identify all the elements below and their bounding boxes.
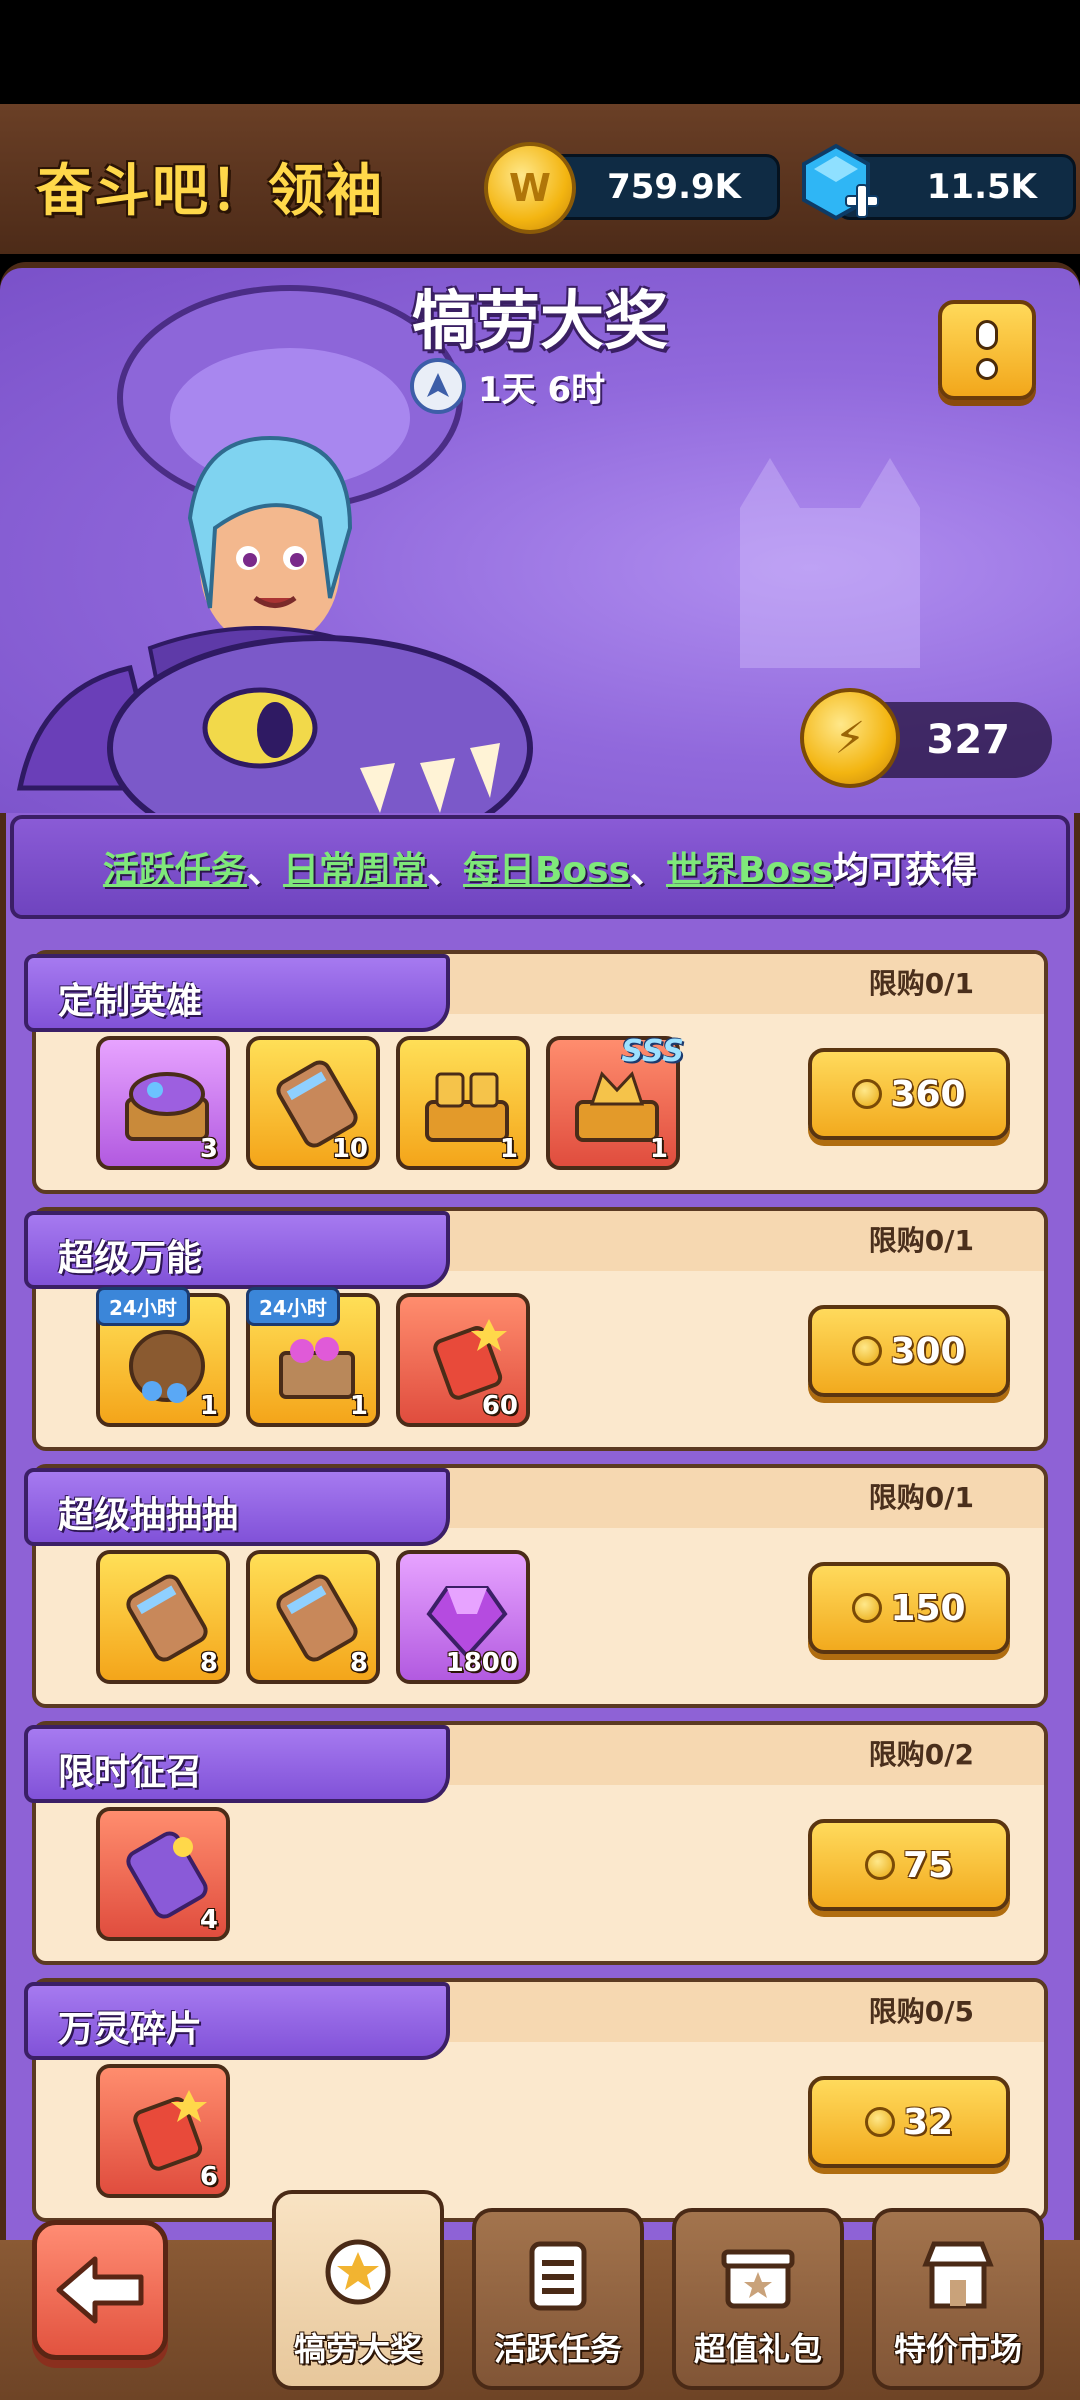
- shop-row-custom-hero: 定制英雄 限购0/1 3 10 1 SSS 1 360: [24, 950, 1048, 1198]
- reward-item[interactable]: 24小时 1: [246, 1287, 380, 1427]
- item-quantity: 1: [499, 1134, 518, 1164]
- shop-row-super-draw: 超级抽抽抽 限购0/1 8 8 1800 150: [24, 1464, 1048, 1712]
- info-icon: [976, 320, 998, 350]
- item-quantity: 1: [649, 1134, 668, 1164]
- link-active-tasks[interactable]: 活跃任务: [103, 841, 247, 893]
- link-daily-boss[interactable]: 每日Boss: [463, 841, 630, 893]
- tab-special-market[interactable]: 特价市场: [872, 2208, 1044, 2390]
- back-button[interactable]: [32, 2220, 168, 2360]
- gift-icon: [721, 2249, 795, 2309]
- price-label: 300: [890, 1330, 966, 1372]
- reward-item[interactable]: SSS 1: [546, 1034, 684, 1170]
- item-quantity: 4: [199, 1905, 218, 1935]
- token-icon: [852, 1593, 883, 1623]
- game-title: 奋斗吧！领袖: [36, 159, 384, 224]
- notice-separator: 、: [246, 850, 283, 891]
- background-cat-statue: [740, 458, 920, 668]
- reward-item[interactable]: 6: [96, 2064, 230, 2198]
- reward-item[interactable]: 1: [396, 1036, 530, 1170]
- sss-badge: SSS: [621, 1034, 684, 1069]
- tab-label: 超值礼包: [693, 2330, 822, 2368]
- reward-star-icon: [325, 2239, 391, 2305]
- reward-item[interactable]: 1800: [396, 1550, 530, 1684]
- shop-row-super-universal: 超级万能 限购0/1 24小时 1 24小时 1 60 300: [24, 1207, 1048, 1455]
- token-icon: [852, 1079, 883, 1109]
- clipboard-icon: [529, 2241, 587, 2311]
- tab-value-packs[interactable]: 超值礼包: [672, 2208, 844, 2390]
- shop-row-limited-recruit: 限时征召 限购0/2 4 75: [24, 1721, 1048, 1969]
- tab-label: 特价市场: [893, 2330, 1022, 2368]
- item-quantity: 3: [199, 1134, 218, 1164]
- item-quantity: 60: [481, 1391, 518, 1421]
- info-button[interactable]: [938, 300, 1036, 400]
- duration-tag: 24小时: [96, 1287, 190, 1326]
- row-title: 超级抽抽抽: [58, 1495, 239, 1536]
- reward-token-icon: ⚡: [800, 688, 900, 788]
- link-world-boss[interactable]: 世界Boss: [666, 841, 833, 893]
- purchase-limit: 限购0/1: [868, 1224, 974, 1257]
- tab-rewards[interactable]: 犒劳大奖: [272, 2190, 444, 2390]
- shop-row-universal-shards: 万灵碎片 限购0/5 6 32: [24, 1978, 1048, 2226]
- page-title: 犒劳大奖: [412, 285, 668, 359]
- item-quantity: 8: [349, 1648, 368, 1678]
- token-icon: [864, 1850, 895, 1880]
- token-icon: [864, 2107, 895, 2137]
- item-quantity: 1800: [445, 1648, 518, 1678]
- notice-separator: 、: [426, 850, 463, 891]
- row-title: 超级万能: [58, 1238, 203, 1279]
- item-quantity: 6: [199, 2162, 218, 2192]
- tab-active-tasks[interactable]: 活跃任务: [472, 2208, 644, 2390]
- row-ribbon: 万灵碎片: [24, 1982, 450, 2060]
- purchase-limit: 限购0/5: [868, 1995, 974, 2028]
- tab-label: 犒劳大奖: [293, 2330, 422, 2368]
- top-bar: 奋斗吧！领袖 759.9K W 11.5K: [0, 104, 1080, 254]
- buy-button[interactable]: 300: [808, 1305, 1010, 1397]
- reward-item[interactable]: 8: [246, 1550, 380, 1684]
- reward-item[interactable]: 3: [96, 1036, 230, 1170]
- token-icon: [852, 1336, 883, 1366]
- buy-button[interactable]: 32: [808, 2076, 1010, 2168]
- link-daily-weekly[interactable]: 日常周常: [283, 841, 427, 893]
- reward-item[interactable]: 60: [396, 1293, 530, 1427]
- row-ribbon: 定制英雄: [24, 954, 450, 1032]
- purchase-limit: 限购0/1: [868, 967, 974, 1000]
- price-label: 150: [890, 1587, 966, 1629]
- buy-button[interactable]: 75: [808, 1819, 1010, 1911]
- arrow-left-icon: [56, 2256, 144, 2324]
- gem-plus-icon[interactable]: [796, 142, 882, 228]
- timer-text: 1天 6时: [478, 369, 606, 410]
- clock-icon: [410, 358, 466, 414]
- tab-label: 活跃任务: [493, 2330, 622, 2368]
- item-quantity: 1: [199, 1391, 218, 1421]
- source-notice: 活跃任务 、 日常周常 、 每日Boss 、 世界Boss 均可获得: [10, 815, 1070, 919]
- item-quantity: 10: [331, 1134, 368, 1164]
- reward-item[interactable]: 8: [96, 1550, 230, 1684]
- reward-item[interactable]: 24小时 1: [96, 1287, 230, 1427]
- notice-tail: 均可获得: [833, 850, 978, 891]
- reward-item[interactable]: 4: [96, 1807, 230, 1941]
- purchase-limit: 限购0/2: [868, 1738, 974, 1771]
- reward-item[interactable]: 10: [246, 1036, 380, 1170]
- buy-button[interactable]: 360: [808, 1048, 1010, 1140]
- item-quantity: 1: [349, 1391, 368, 1421]
- price-label: 75: [902, 1844, 954, 1886]
- price-label: 32: [902, 2101, 954, 2143]
- row-title: 定制英雄: [58, 981, 203, 1022]
- notice-separator: 、: [630, 850, 667, 891]
- shop-icon: [922, 2241, 994, 2309]
- coin-balance: 759.9K: [540, 154, 780, 220]
- info-icon-dot: [976, 358, 998, 380]
- row-ribbon: 超级抽抽抽: [24, 1468, 450, 1546]
- duration-tag: 24小时: [246, 1287, 340, 1326]
- row-title: 限时征召: [58, 1752, 203, 1793]
- row-ribbon: 超级万能: [24, 1211, 450, 1289]
- buy-button[interactable]: 150: [808, 1562, 1010, 1654]
- row-title: 万灵碎片: [58, 2009, 203, 2050]
- coin-icon: W: [484, 142, 576, 234]
- purchase-limit: 限购0/1: [868, 1481, 974, 1514]
- item-quantity: 8: [199, 1648, 218, 1678]
- price-label: 360: [890, 1073, 966, 1115]
- row-ribbon: 限时征召: [24, 1725, 450, 1803]
- event-timer: 1天 6时: [410, 356, 605, 416]
